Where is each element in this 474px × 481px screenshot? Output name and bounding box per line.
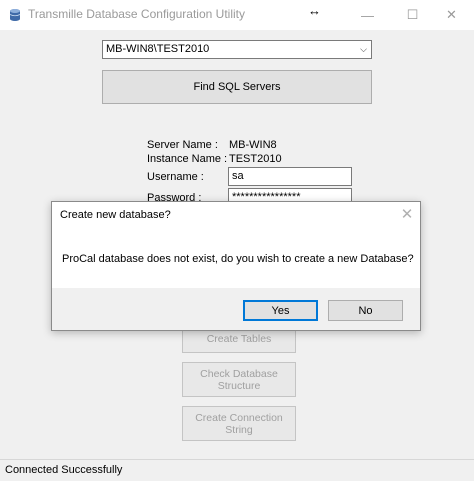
- server-name-label: Server Name :: [147, 139, 218, 151]
- check-structure-line1: Check Database: [200, 367, 278, 380]
- status-text: Connected Successfully: [5, 464, 123, 476]
- title-bar[interactable]: Transmille Database Configuration Utilit…: [0, 0, 474, 30]
- dialog-close-icon[interactable]: ✕: [396, 205, 418, 225]
- no-button[interactable]: No: [328, 300, 403, 321]
- dialog-footer: Yes No: [52, 288, 420, 330]
- resize-cursor-icon: ↔: [308, 3, 321, 18]
- minimize-button[interactable]: —: [345, 0, 390, 30]
- create-connection-line1: Create Connection: [195, 411, 283, 424]
- find-sql-servers-button[interactable]: Find SQL Servers: [102, 70, 372, 104]
- check-database-structure-button[interactable]: Check Database Structure: [182, 362, 296, 397]
- username-value: sa: [232, 170, 244, 182]
- username-field[interactable]: sa: [228, 167, 352, 186]
- create-connection-string-button[interactable]: Create Connection String: [182, 406, 296, 441]
- username-label: Username :: [147, 171, 204, 183]
- create-database-dialog: Create new database? ✕ ProCal database d…: [51, 201, 421, 331]
- database-icon: [8, 8, 22, 22]
- instance-name-value: TEST2010: [229, 153, 282, 165]
- create-tables-label: Create Tables: [206, 332, 272, 345]
- instance-name-label: Instance Name :: [147, 153, 228, 165]
- yes-button[interactable]: Yes: [243, 300, 318, 321]
- server-dropdown-value: MB-WIN8\TEST2010: [106, 43, 210, 55]
- server-name-value: MB-WIN8: [229, 139, 277, 151]
- create-connection-line2: String: [225, 423, 253, 436]
- server-dropdown[interactable]: MB-WIN8\TEST2010 ⌵: [102, 40, 372, 59]
- window-title: Transmille Database Configuration Utilit…: [28, 7, 245, 21]
- status-bar: Connected Successfully: [0, 459, 474, 481]
- close-button[interactable]: ✕: [429, 0, 474, 30]
- dialog-message: ProCal database does not exist, do you w…: [62, 253, 414, 265]
- chevron-down-icon[interactable]: ⌵: [360, 41, 367, 58]
- check-structure-line2: Structure: [217, 379, 261, 392]
- dialog-title: Create new database?: [60, 209, 171, 221]
